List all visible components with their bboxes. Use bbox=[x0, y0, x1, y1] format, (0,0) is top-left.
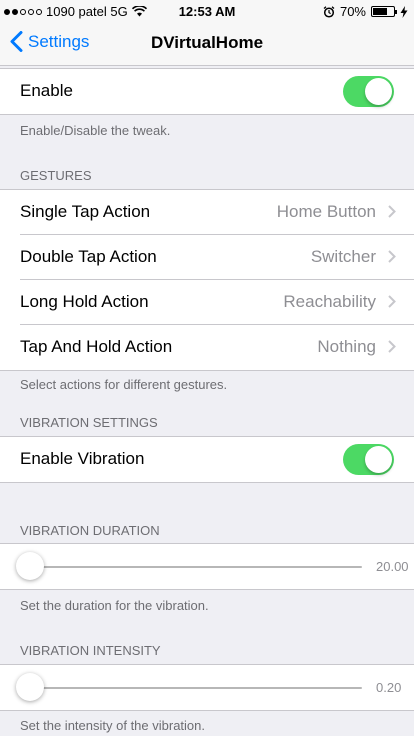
status-bar: 1090 patel 5G 12:53 AM 70% bbox=[0, 0, 414, 22]
vibration-duration-header: VIBRATION DURATION bbox=[20, 523, 160, 538]
duration-value: 20.00 bbox=[376, 559, 409, 574]
enable-footer: Enable/Disable the tweak. bbox=[20, 123, 171, 138]
gesture-row-single-tap[interactable]: Single Tap Action Home Button bbox=[0, 190, 414, 235]
gesture-value: Nothing bbox=[317, 337, 376, 356]
battery-icon bbox=[371, 6, 397, 17]
gesture-value: Switcher bbox=[310, 247, 376, 266]
duration-slider-cell: 20.00 bbox=[0, 544, 414, 589]
vibration-settings-header: VIBRATION SETTINGS bbox=[20, 415, 158, 430]
intensity-slider-cell: 0.20 bbox=[0, 665, 414, 710]
divider bbox=[0, 589, 414, 590]
divider bbox=[0, 710, 414, 711]
duration-slider-thumb[interactable] bbox=[16, 552, 44, 580]
gesture-row-double-tap[interactable]: Double Tap Action Switcher bbox=[0, 235, 414, 280]
enable-label: Enable bbox=[20, 81, 73, 100]
gesture-label: Tap And Hold Action bbox=[20, 337, 173, 356]
chevron-right-icon bbox=[388, 295, 396, 308]
enable-cell: Enable bbox=[0, 69, 414, 114]
intensity-value: 0.20 bbox=[376, 680, 402, 695]
chevron-right-icon bbox=[388, 250, 396, 263]
enable-toggle[interactable] bbox=[343, 76, 394, 107]
duration-slider-track[interactable] bbox=[16, 552, 362, 580]
toggle-knob bbox=[365, 446, 392, 473]
gesture-row-long-hold[interactable]: Long Hold Action Reachability bbox=[0, 280, 414, 325]
page-title: DVirtualHome bbox=[150, 33, 264, 52]
chevron-right-icon bbox=[388, 205, 396, 218]
gesture-label: Long Hold Action bbox=[20, 292, 149, 311]
vibration-label: Enable Vibration bbox=[20, 449, 145, 468]
intensity-slider-track[interactable] bbox=[16, 673, 362, 701]
gesture-value: Reachability bbox=[283, 292, 376, 311]
navigation-bar: Settings DVirtualHome bbox=[0, 22, 414, 66]
alarm-icon bbox=[323, 5, 335, 18]
gesture-row-tap-and-hold[interactable]: Tap And Hold Action Nothing bbox=[0, 325, 414, 370]
gesture-label: Single Tap Action bbox=[20, 202, 151, 221]
battery-percent: 70% bbox=[339, 4, 366, 19]
intensity-footer: Set the intensity of the vibration. bbox=[20, 718, 205, 733]
charging-icon bbox=[400, 5, 408, 18]
toggle-knob bbox=[365, 78, 392, 105]
vibration-toggle[interactable] bbox=[343, 444, 394, 475]
duration-footer: Set the duration for the vibration. bbox=[20, 598, 209, 613]
gestures-header: GESTURES bbox=[20, 168, 92, 183]
divider bbox=[0, 482, 414, 483]
divider bbox=[0, 370, 414, 371]
chevron-right-icon bbox=[388, 340, 396, 353]
gestures-footer: Select actions for different gestures. bbox=[20, 377, 228, 392]
intensity-slider-thumb[interactable] bbox=[16, 673, 44, 701]
status-right: 70% bbox=[323, 4, 408, 19]
vibration-cell: Enable Vibration bbox=[0, 437, 414, 482]
gesture-value: Home Button bbox=[276, 202, 376, 221]
gesture-label: Double Tap Action bbox=[20, 247, 157, 266]
vibration-intensity-header: VIBRATION INTENSITY bbox=[20, 643, 161, 658]
divider bbox=[0, 114, 414, 115]
